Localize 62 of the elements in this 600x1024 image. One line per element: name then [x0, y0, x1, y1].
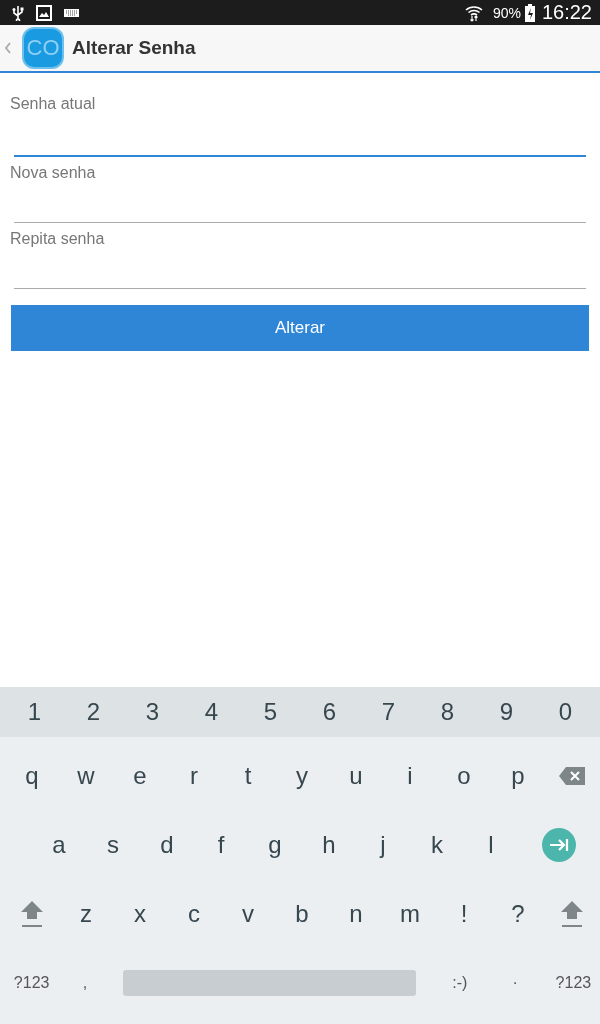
keyboard-key[interactable]: 8: [418, 690, 477, 734]
usb-icon: [12, 4, 24, 21]
keyboard-key[interactable]: o: [437, 753, 491, 798]
keyboard-key[interactable]: z: [59, 892, 113, 937]
keyboard-key[interactable]: 4: [182, 690, 241, 734]
keyboard-key[interactable]: g: [248, 822, 302, 867]
symbols-key[interactable]: ?123: [5, 961, 59, 1006]
keyboard-key[interactable]: a: [32, 822, 86, 867]
keyboard-key[interactable]: u: [329, 753, 383, 798]
space-bar[interactable]: [122, 970, 417, 997]
shift-icon: [560, 899, 584, 930]
keyboard-key[interactable]: f: [194, 822, 248, 867]
wifi-icon: [464, 3, 483, 22]
keyboard-key[interactable]: !: [437, 892, 491, 937]
keyboard-key[interactable]: 2: [64, 690, 123, 734]
keyboard-key[interactable]: c: [167, 892, 221, 937]
keyboard-icon: [64, 7, 79, 18]
shift-icon: [20, 899, 44, 930]
keyboard-key[interactable]: k: [410, 822, 464, 867]
keyboard-key[interactable]: v: [221, 892, 275, 937]
keyboard-key[interactable]: 7: [359, 690, 418, 734]
keyboard-key[interactable]: 3: [123, 690, 182, 734]
app-logo: CO: [24, 29, 62, 67]
keyboard-key[interactable]: 0: [536, 690, 595, 734]
keyboard-key[interactable]: t: [221, 753, 275, 798]
go-icon: [541, 826, 577, 863]
keyboard-key[interactable]: n: [329, 892, 383, 937]
submit-button[interactable]: Alterar: [11, 305, 589, 351]
keyboard-key[interactable]: s: [86, 822, 140, 867]
keyboard-key[interactable]: j: [356, 822, 410, 867]
keyboard-key[interactable]: ?: [491, 892, 545, 937]
keyboard-key[interactable]: h: [302, 822, 356, 867]
keyboard-key[interactable]: 5: [241, 690, 300, 734]
keyboard-key[interactable]: 1: [5, 690, 64, 734]
keyboard-key[interactable]: e: [113, 753, 167, 798]
keyboard-key[interactable]: :-): [424, 961, 496, 1006]
battery-icon: [524, 3, 535, 22]
back-icon: [4, 41, 12, 55]
keyboard-key[interactable]: x: [113, 892, 167, 937]
keyboard-key[interactable]: p: [491, 753, 545, 798]
symbols-key[interactable]: ?123: [546, 961, 600, 1006]
keyboard-key[interactable]: l: [464, 822, 518, 867]
keyboard-key[interactable]: i: [383, 753, 437, 798]
keyboard-key[interactable]: b: [275, 892, 329, 937]
keyboard-key[interactable]: ·: [495, 961, 535, 1006]
keyboard-key[interactable]: 6: [300, 690, 359, 734]
image-icon: [36, 4, 52, 21]
keyboard-key[interactable]: 9: [477, 690, 536, 734]
keyboard-key[interactable]: w: [59, 753, 113, 798]
keyboard-key[interactable]: y: [275, 753, 329, 798]
field-label: Repita senha: [10, 230, 106, 248]
keyboard-key[interactable]: r: [167, 753, 221, 798]
field-label: Senha atual: [10, 95, 97, 113]
keyboard-key[interactable]: q: [5, 753, 59, 798]
backspace-icon: [559, 766, 585, 785]
field-label: Nova senha: [10, 164, 97, 182]
keyboard-key[interactable]: m: [383, 892, 437, 937]
keyboard-key[interactable]: d: [140, 822, 194, 867]
keyboard-key[interactable]: ,: [58, 961, 112, 1006]
clock: 16:22: [541, 1, 592, 24]
screen-title: Alterar Senha: [72, 37, 196, 59]
battery-percentage: 90%: [492, 4, 521, 21]
